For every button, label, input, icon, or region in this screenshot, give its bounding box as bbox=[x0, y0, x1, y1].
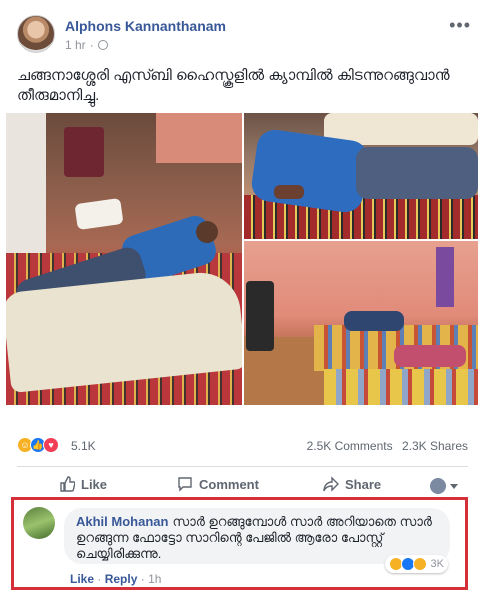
separator: · bbox=[97, 572, 102, 586]
meta-dot: · bbox=[89, 38, 94, 52]
separator: · bbox=[140, 572, 145, 586]
reaction-count[interactable]: 5.1K bbox=[71, 439, 96, 453]
share-icon bbox=[323, 476, 339, 492]
author-avatar[interactable] bbox=[17, 15, 55, 53]
reaction-icons[interactable]: ☺ 👍 ♥ bbox=[17, 437, 59, 453]
profile-selector[interactable] bbox=[430, 478, 458, 494]
photo-1[interactable] bbox=[6, 113, 242, 405]
post-actions: Like Comment Share bbox=[17, 476, 468, 498]
chevron-down-icon bbox=[450, 483, 458, 489]
engagement-counts: 2.5K Comments 2.3K Shares bbox=[301, 439, 468, 453]
comment-bubble: Akhil Mohanan സാർ ഉറങ്ങുമ്പോൾ സാർ അറിയാതെ… bbox=[64, 508, 450, 573]
photo-grid bbox=[6, 113, 478, 405]
comment-label: Comment bbox=[199, 476, 259, 492]
post-time[interactable]: 1 hr bbox=[65, 38, 86, 52]
comment-reply-link[interactable]: Reply bbox=[105, 572, 138, 586]
shares-count[interactable]: 2.3K Shares bbox=[402, 439, 468, 453]
profile-avatar bbox=[430, 478, 446, 494]
globe-icon bbox=[97, 40, 108, 50]
share-label: Share bbox=[345, 476, 382, 492]
commenter-name[interactable]: Akhil Mohanan bbox=[76, 514, 168, 529]
love-icon: ♥ bbox=[43, 437, 59, 453]
thumbs-up-icon bbox=[60, 476, 75, 492]
post-header: Alphons Kannanthanam 1 hr · ••• bbox=[17, 15, 477, 55]
comment-button[interactable]: Comment bbox=[177, 476, 259, 492]
comment-icon bbox=[178, 477, 192, 492]
author-name[interactable]: Alphons Kannanthanam bbox=[65, 18, 226, 34]
comment-actions: Like · Reply · 1h bbox=[70, 572, 161, 586]
comments-count[interactable]: 2.5K Comments bbox=[307, 439, 393, 453]
photo-3[interactable] bbox=[244, 241, 478, 405]
comment-like-link[interactable]: Like bbox=[70, 572, 94, 586]
post-text: ചങ്ങനാശ്ശേരി എസ്ബി ഹൈസ്കൂളിൽ ക്യാമ്പിൽ ക… bbox=[17, 67, 450, 104]
wow-icon bbox=[412, 557, 427, 571]
commenter-avatar[interactable] bbox=[23, 507, 55, 539]
reactions-bar: ☺ 👍 ♥ 5.1K 2.5K Comments 2.3K Shares bbox=[17, 437, 468, 455]
like-label: Like bbox=[81, 476, 108, 492]
more-options-icon[interactable]: ••• bbox=[449, 15, 471, 36]
comment-highlight: Akhil Mohanan സാർ ഉറങ്ങുമ്പോൾ സാർ അറിയാതെ… bbox=[11, 497, 468, 590]
comment-reaction-count: 3K bbox=[430, 558, 444, 570]
facebook-post: Alphons Kannanthanam 1 hr · ••• ചങ്ങനാശ്… bbox=[0, 0, 483, 598]
comment-reactions[interactable]: 3K bbox=[384, 555, 448, 573]
photo-2[interactable] bbox=[244, 113, 478, 239]
comment-time[interactable]: 1h bbox=[148, 572, 161, 586]
divider bbox=[17, 466, 468, 467]
like-button[interactable]: Like bbox=[59, 476, 107, 492]
share-button[interactable]: Share bbox=[323, 476, 381, 492]
post-meta: 1 hr · bbox=[65, 38, 108, 52]
